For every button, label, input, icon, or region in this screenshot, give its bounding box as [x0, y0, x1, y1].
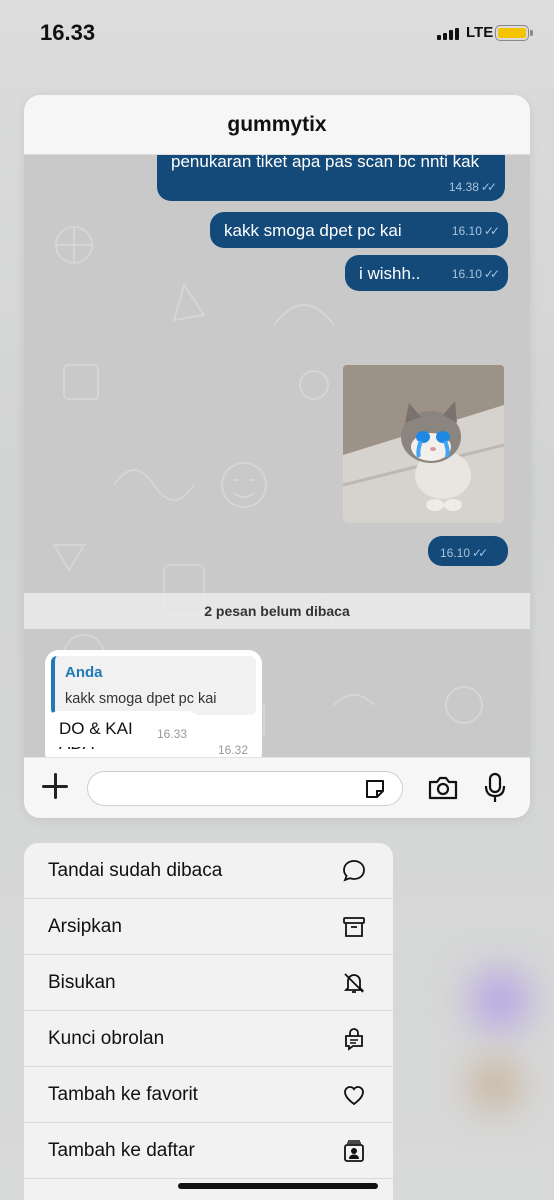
message-text: kakk smoga dpet pc kai [224, 221, 402, 240]
context-menu: Tandai sudah dibaca Arsipkan Bisukan Kun… [24, 843, 393, 1200]
background-blur [470, 1060, 520, 1110]
archive-icon [343, 916, 365, 937]
signal-icon [437, 28, 459, 40]
message-meta: 14.38 ✓✓ [448, 176, 497, 198]
menu-item-label: Tambah ke favorit [48, 1083, 198, 1105]
message-time: 14.38 [448, 180, 479, 194]
message-time: 16.10 [451, 267, 482, 281]
menu-item-lock-chat[interactable]: Kunci obrolan [24, 1011, 393, 1067]
unread-label: 2 pesan belum dibaca [204, 603, 350, 619]
menu-item-add-favorite[interactable]: Tambah ke favorit [24, 1067, 393, 1123]
bell-slash-icon [343, 972, 365, 993]
read-ticks-icon: ✓✓ [483, 224, 500, 238]
menu-item-add-to-list[interactable]: Tambah ke daftar [24, 1123, 393, 1179]
heart-icon [344, 1085, 364, 1105]
message-outgoing[interactable]: i wishh.. 16.10 ✓✓ [345, 255, 508, 291]
menu-item-label: Arsipkan [48, 915, 122, 937]
menu-item-mark-read[interactable]: Tandai sudah dibaca [24, 843, 393, 899]
status-bar: 16.33 LTE [0, 0, 554, 70]
menu-item-mute[interactable]: Bisukan [24, 955, 393, 1011]
menu-item-label: Kunci obrolan [48, 1027, 165, 1049]
sticker-icon[interactable] [363, 777, 387, 801]
chat-bubble-icon [343, 859, 365, 882]
menu-item-label: Bisukan [48, 971, 116, 993]
message-time: 16.32 [217, 743, 248, 757]
message-text: DO & KAI [59, 719, 133, 738]
message-time: 16.10 [440, 546, 471, 560]
status-time: 16.33 [40, 20, 96, 45]
message-text: i wishh.. [359, 264, 421, 283]
chat-area[interactable]: penukaran tiket apa pas scan bc nnti kak… [24, 155, 530, 757]
message-meta: 16.10 ✓✓ [440, 542, 488, 564]
unread-divider: 2 pesan belum dibaca [24, 593, 530, 629]
message-outgoing[interactable]: kakk smoga dpet pc kai 16.10 ✓✓ [210, 212, 508, 248]
contact-name: gummytix [227, 112, 327, 136]
menu-item-archive[interactable]: Arsipkan [24, 899, 393, 955]
chat-preview[interactable]: gummytix penukaran tiket apa pas scan bc… [24, 95, 530, 818]
battery-icon [495, 25, 533, 41]
image-timestamp-bubble: 16.10 ✓✓ [428, 536, 508, 566]
message-meta: 16.10 ✓✓ [451, 220, 500, 242]
home-indicator [178, 1183, 378, 1189]
quote-sender: Anda [65, 664, 103, 681]
read-ticks-icon: ✓✓ [483, 267, 500, 281]
message-outgoing[interactable]: penukaran tiket apa pas scan bc nnti kak… [157, 155, 505, 201]
lock-chat-icon [345, 1027, 363, 1051]
menu-item-label: Tambah ke daftar [48, 1139, 195, 1161]
network-label: LTE [466, 24, 494, 41]
message-incoming[interactable]: DO & KAI 16.33 [45, 711, 201, 747]
message-meta: 16.10 ✓✓ [451, 263, 500, 285]
list-person-icon [344, 1139, 364, 1162]
menu-item-label: Tandai sudah dibaca [48, 859, 223, 881]
read-ticks-icon: ✓✓ [472, 546, 488, 560]
input-bar [24, 757, 530, 818]
image-message[interactable] [343, 365, 504, 523]
plus-icon[interactable] [41, 772, 69, 800]
quoted-message[interactable]: Anda kakk smoga dpet pc kai [51, 656, 256, 715]
camera-icon[interactable] [427, 774, 459, 802]
read-ticks-icon: ✓✓ [480, 180, 497, 194]
message-time: 16.33 [156, 727, 187, 741]
message-text: penukaran tiket apa pas scan bc nnti kak [171, 155, 480, 171]
chat-header: gummytix [24, 95, 530, 155]
quote-text: kakk smoga dpet pc kai [65, 691, 217, 707]
message-time: 16.10 [451, 224, 482, 238]
background-blur [470, 970, 530, 1030]
microphone-icon[interactable] [484, 772, 506, 804]
message-input[interactable] [87, 771, 403, 806]
kitten-photo [343, 365, 504, 523]
